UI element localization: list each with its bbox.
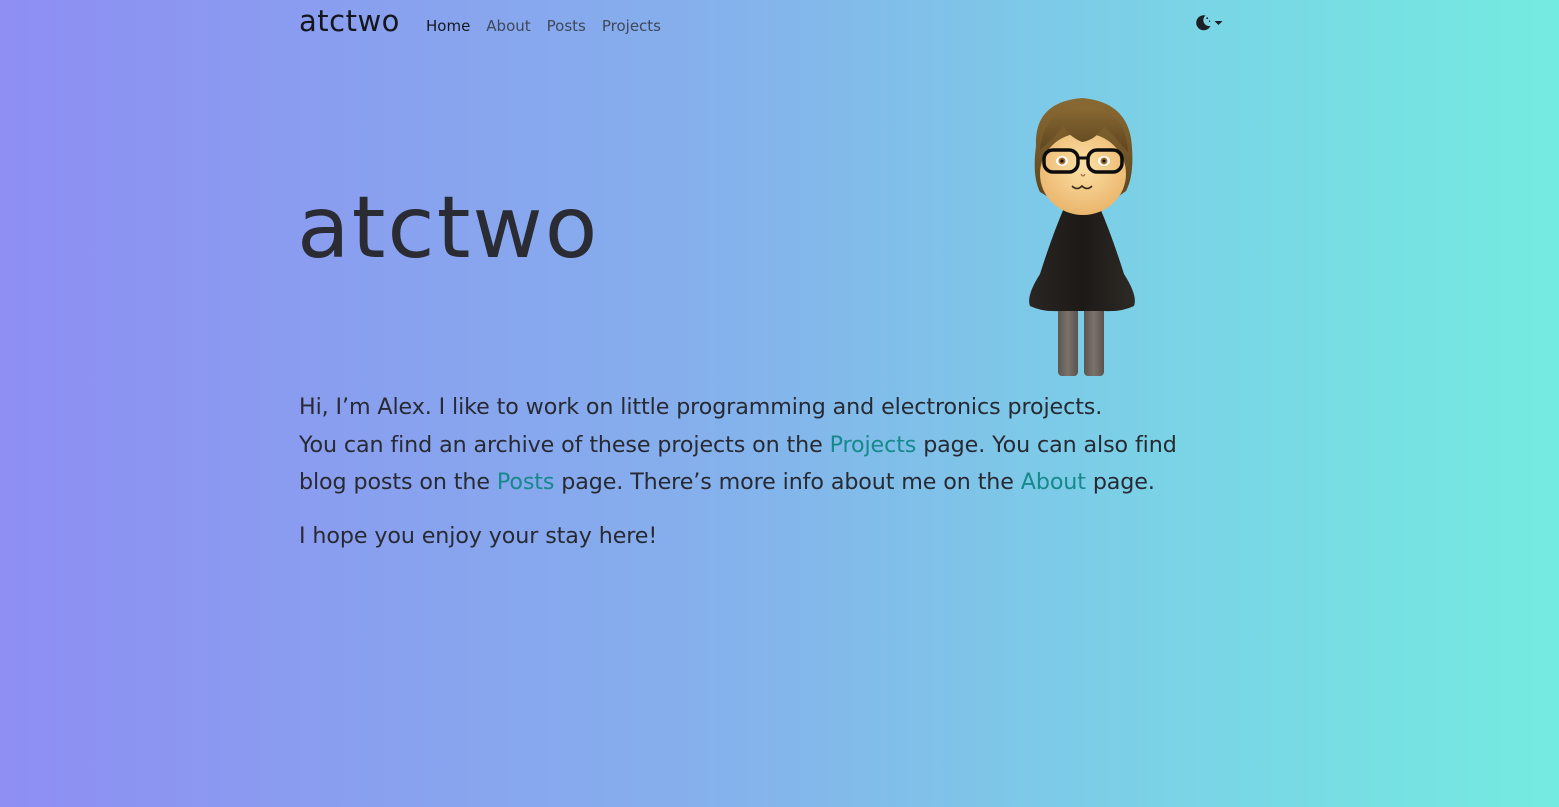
intro-text-segment: page. bbox=[1085, 469, 1155, 495]
mii-avatar-image bbox=[1029, 98, 1135, 376]
chevron-down-icon bbox=[1214, 21, 1223, 25]
intro-line-1: Hi, I’m Alex. I like to work on little p… bbox=[299, 394, 1103, 420]
intro-text-segment: page. There’s more info about me on the bbox=[554, 469, 1021, 495]
nav-links: Home About Posts Projects bbox=[426, 17, 661, 35]
theme-toggle-button[interactable] bbox=[1194, 14, 1223, 32]
closing-paragraph: I hope you enjoy your stay here! bbox=[299, 522, 658, 549]
navbar: atctwo Home About Posts Projects bbox=[299, 0, 1224, 50]
about-link[interactable]: About bbox=[1021, 469, 1086, 495]
nav-link-about[interactable]: About bbox=[486, 17, 530, 35]
intro-paragraph: Hi, I’m Alex. I like to work on little p… bbox=[299, 389, 1199, 502]
nav-link-projects[interactable]: Projects bbox=[602, 17, 661, 35]
nav-link-home[interactable]: Home bbox=[426, 17, 470, 35]
projects-link[interactable]: Projects bbox=[830, 432, 917, 458]
moon-icon bbox=[1196, 15, 1211, 31]
intro-text: Hi, I’m Alex. I like to work on little p… bbox=[299, 389, 1199, 555]
intro-text-segment: You can find an archive of these project… bbox=[299, 431, 830, 458]
posts-link[interactable]: Posts bbox=[497, 469, 555, 495]
site-brand-link[interactable]: atctwo bbox=[299, 4, 400, 38]
nav-link-posts[interactable]: Posts bbox=[547, 17, 586, 35]
hero-title: atctwo bbox=[297, 178, 600, 278]
